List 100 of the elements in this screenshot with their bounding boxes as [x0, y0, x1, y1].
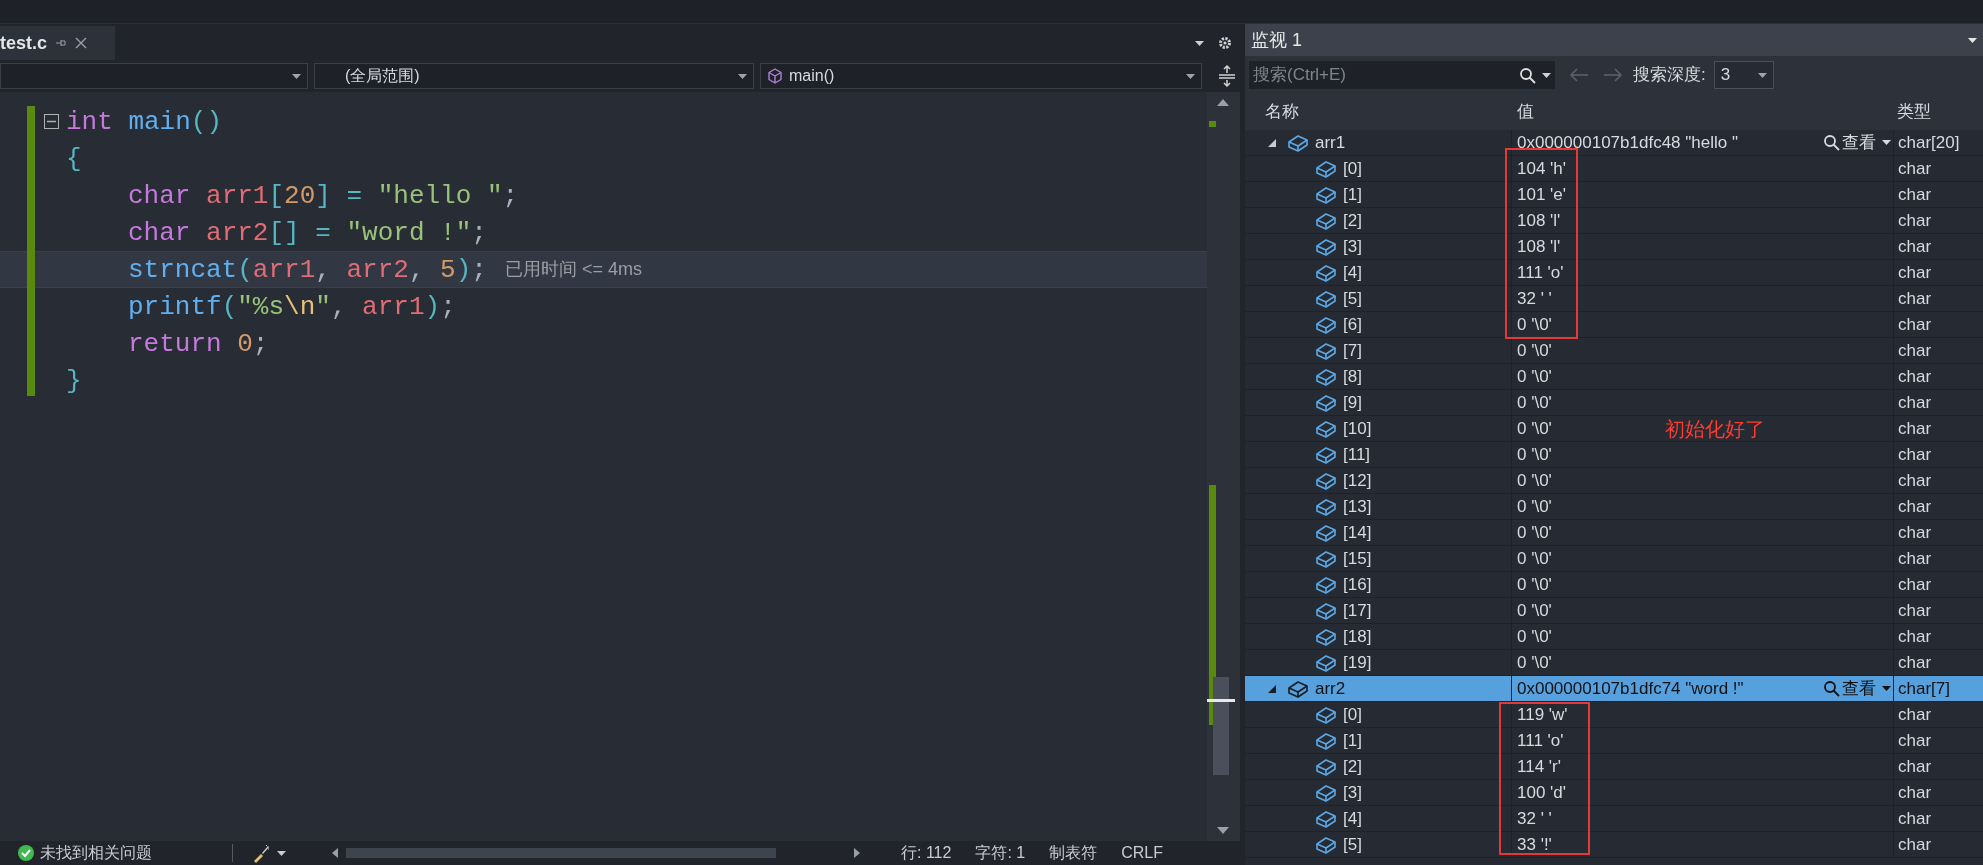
- watch-row[interactable]: [3] 100 'd' char: [1245, 780, 1983, 806]
- variable-type: char: [1898, 157, 1932, 180]
- column-header[interactable]: 值: [1511, 99, 1893, 125]
- variable-name: [4]: [1343, 807, 1362, 830]
- cube-icon: [1315, 367, 1337, 386]
- search-field[interactable]: 搜索(Ctrl+E): [1249, 61, 1555, 89]
- watch-row[interactable]: [2] 108 'l' char: [1245, 208, 1983, 234]
- cube-icon: [767, 68, 783, 84]
- column-header[interactable]: 名称: [1245, 99, 1511, 125]
- caret-icon: [277, 850, 286, 856]
- settings-icon[interactable]: [1218, 36, 1232, 50]
- watch-row[interactable]: [6] 0 '\0' char: [1245, 312, 1983, 338]
- view-button[interactable]: 查看: [1823, 129, 1891, 156]
- watch-row[interactable]: [3] 108 'l' char: [1245, 234, 1983, 260]
- vertical-scrollbar[interactable]: [1207, 92, 1240, 843]
- column-status[interactable]: 字符: 1: [975, 841, 1026, 865]
- cube-icon: [1315, 263, 1337, 282]
- variable-type: char: [1898, 391, 1932, 414]
- close-icon[interactable]: [75, 37, 88, 49]
- watch-row[interactable]: [11] 0 '\0' char: [1245, 442, 1983, 468]
- scope-dropdown[interactable]: (全局范围): [314, 63, 754, 89]
- variable-name: [10]: [1343, 417, 1372, 440]
- watch-row[interactable]: [4] 111 'o' char: [1245, 260, 1983, 286]
- pin-icon[interactable]: [55, 38, 68, 48]
- cube-icon: [1315, 627, 1337, 646]
- line-status[interactable]: 行: 112: [901, 841, 952, 865]
- code-line: }: [66, 367, 82, 394]
- cube-icon: [1315, 341, 1337, 360]
- caret-icon: [1882, 686, 1891, 691]
- variable-value: 111 'o': [1517, 261, 1564, 284]
- watch-row[interactable]: [2] 114 'r' char: [1245, 754, 1983, 780]
- variable-value: 0 '\0': [1517, 547, 1552, 570]
- cube-icon: [1315, 211, 1337, 230]
- watch-row[interactable]: arr2 0x000000107b1dfc74 "word !" 查看 char[7]: [1245, 676, 1983, 702]
- watch-row[interactable]: [18] 0 '\0' char: [1245, 624, 1983, 650]
- watch-row[interactable]: [5] 32 ' ' char: [1245, 286, 1983, 312]
- member-dropdown[interactable]: main(): [760, 63, 1202, 89]
- check-icon: [18, 845, 34, 861]
- variable-type: char: [1898, 261, 1932, 284]
- variable-value: 0 '\0': [1517, 573, 1552, 596]
- code-line: char arr1[20] = "hello ";: [128, 182, 519, 209]
- variable-value: 108 'l': [1517, 235, 1561, 258]
- depth-label: 搜索深度:: [1633, 64, 1706, 87]
- depth-dropdown[interactable]: 3: [1713, 61, 1774, 89]
- cube-icon: [1287, 133, 1309, 152]
- watch-row[interactable]: [0] 119 'w' char: [1245, 702, 1983, 728]
- watch-row[interactable]: [14] 0 '\0' char: [1245, 520, 1983, 546]
- variable-name: [18]: [1343, 625, 1372, 648]
- indent-status[interactable]: 制表符: [1049, 841, 1098, 865]
- cube-icon: [1315, 757, 1337, 776]
- expand-icon[interactable]: [1267, 137, 1277, 148]
- variable-name: [16]: [1343, 573, 1372, 596]
- watch-row[interactable]: [7] 0 '\0' char: [1245, 338, 1983, 364]
- variable-type: char: [1898, 469, 1932, 492]
- variable-name: [1]: [1343, 183, 1362, 206]
- variable-name: [12]: [1343, 469, 1372, 492]
- file-tab[interactable]: test.c: [0, 26, 115, 60]
- watch-row[interactable]: [8] 0 '\0' char: [1245, 364, 1983, 390]
- variable-type: char: [1898, 365, 1932, 388]
- variable-type: char: [1898, 833, 1932, 856]
- watch-row[interactable]: [17] 0 '\0' char: [1245, 598, 1983, 624]
- variable-name: [13]: [1343, 495, 1372, 518]
- watch-row[interactable]: [4] 32 ' ' char: [1245, 806, 1983, 832]
- watch-row[interactable]: [1] 111 'o' char: [1245, 728, 1983, 754]
- watch-row[interactable]: arr1 0x000000107b1dfc48 "hello " 查看 char[20]: [1245, 130, 1983, 156]
- variable-value: 114 'r': [1517, 755, 1561, 778]
- watch-row[interactable]: [16] 0 '\0' char: [1245, 572, 1983, 598]
- watch-row[interactable]: [15] 0 '\0' char: [1245, 546, 1983, 572]
- line-ending-status[interactable]: CRLF: [1121, 841, 1163, 865]
- collapse-icon[interactable]: [44, 114, 59, 129]
- code-line: return 0;: [128, 330, 269, 357]
- cube-icon: [1315, 419, 1337, 438]
- watch-row[interactable]: [1] 101 'e' char: [1245, 182, 1983, 208]
- variable-name: arr2: [1315, 677, 1346, 700]
- variable-type: char: [1898, 443, 1932, 466]
- variable-name: [19]: [1343, 651, 1372, 674]
- search-input[interactable]: 搜索(Ctrl+E): [1253, 62, 1519, 88]
- expand-icon[interactable]: [1267, 683, 1277, 694]
- variable-type: char: [1898, 807, 1932, 830]
- variable-type: char: [1898, 625, 1932, 648]
- split-icon[interactable]: [1218, 65, 1236, 87]
- variable-type: char[7]: [1898, 677, 1950, 700]
- variable-name: [3]: [1343, 235, 1362, 258]
- issues-status[interactable]: 未找到相关问题: [40, 841, 152, 865]
- variable-value: 0x000000107b1dfc74 "word !": [1517, 677, 1744, 700]
- variable-value: 33 '!': [1517, 833, 1552, 856]
- variable-name: [3]: [1343, 781, 1362, 804]
- variable-type: char: [1898, 755, 1932, 778]
- watch-row[interactable]: [5] 33 '!' char: [1245, 832, 1983, 858]
- watch-row[interactable]: [13] 0 '\0' char: [1245, 494, 1983, 520]
- caret-icon: [1757, 72, 1767, 78]
- variable-type: char: [1898, 651, 1932, 674]
- watch-row[interactable]: [9] 0 '\0' char: [1245, 390, 1983, 416]
- view-button[interactable]: 查看: [1823, 675, 1891, 702]
- watch-row[interactable]: [12] 0 '\0' char: [1245, 468, 1983, 494]
- cube-icon: [1315, 393, 1337, 412]
- cube-icon: [1315, 237, 1337, 256]
- watch-row[interactable]: [10] 0 '\0' 初始化好了 char: [1245, 416, 1983, 442]
- column-header[interactable]: 类型: [1893, 99, 1931, 125]
- watch-row[interactable]: [0] 104 'h' char: [1245, 156, 1983, 182]
